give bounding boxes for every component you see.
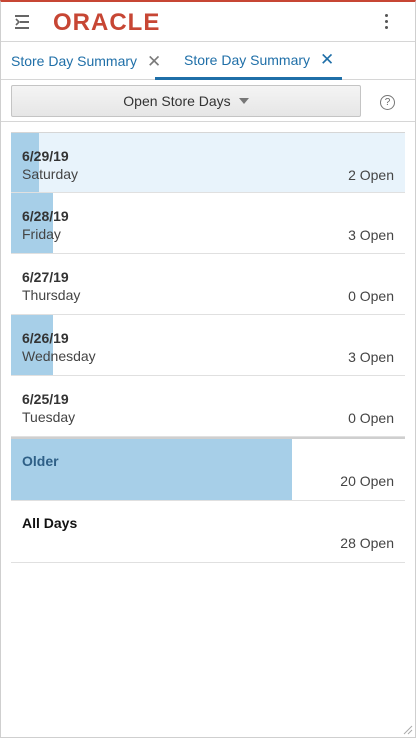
tab-label: Store Day Summary	[184, 51, 311, 68]
svg-text:ORACLE: ORACLE	[53, 11, 160, 33]
item-open-count: 0 Open	[348, 410, 394, 426]
item-date: 6/28/19	[22, 208, 69, 224]
list-item[interactable]: 6/28/19 Friday 3 Open	[11, 193, 405, 254]
item-date: 6/29/19	[22, 148, 69, 164]
item-day: Wednesday	[22, 348, 96, 364]
item-date: 6/25/19	[22, 391, 69, 407]
caret-down-icon	[238, 98, 249, 104]
oracle-logo: ORACLE	[53, 11, 160, 33]
item-day: Friday	[22, 226, 61, 242]
tab-bar: Store Day Summary ✕ Store Day Summary ✕	[1, 42, 415, 80]
more-options-icon[interactable]	[381, 14, 391, 34]
item-day: Tuesday	[22, 409, 76, 425]
resize-handle-icon[interactable]	[403, 725, 413, 735]
open-store-days-dropdown[interactable]: Open Store Days	[11, 85, 361, 117]
open-count-bar	[11, 439, 292, 500]
item-open-count: 28 Open	[340, 535, 394, 551]
item-date: 6/26/19	[22, 330, 69, 346]
toolbar: Open Store Days ?	[1, 81, 415, 122]
item-open-count: 0 Open	[348, 288, 394, 304]
tab-label: Store Day Summary	[11, 53, 138, 69]
item-open-count: 2 Open	[348, 167, 394, 183]
item-open-count: 3 Open	[348, 227, 394, 243]
tab-store-day-summary-2[interactable]: Store Day Summary ✕	[155, 42, 343, 80]
item-label: All Days	[22, 515, 78, 531]
item-date: 6/27/19	[22, 269, 69, 285]
close-icon[interactable]: ✕	[320, 51, 334, 68]
list-item[interactable]: 6/25/19 Tuesday 0 Open	[11, 376, 405, 437]
item-open-count: 20 Open	[340, 473, 394, 489]
list-item[interactable]: 6/26/19 Wednesday 3 Open	[11, 315, 405, 376]
tab-store-day-summary-1[interactable]: Store Day Summary ✕	[11, 42, 161, 80]
item-day: Saturday	[22, 166, 79, 182]
dropdown-label: Open Store Days	[123, 93, 231, 109]
item-label: Older	[22, 453, 59, 469]
list-item-older[interactable]: Older 20 Open	[11, 437, 405, 501]
store-day-list: 6/29/19 Saturday 2 Open 6/28/19 Friday 3…	[11, 132, 405, 563]
navigator-menu-icon[interactable]	[15, 13, 35, 31]
item-open-count: 3 Open	[348, 349, 394, 365]
help-icon[interactable]: ?	[380, 95, 395, 110]
list-item[interactable]: 6/27/19 Thursday 0 Open	[11, 254, 405, 315]
list-item[interactable]: 6/29/19 Saturday 2 Open	[11, 132, 405, 193]
list-item-all-days[interactable]: All Days 28 Open	[11, 501, 405, 563]
item-day: Thursday	[22, 287, 81, 303]
app-header: ORACLE	[1, 2, 415, 42]
